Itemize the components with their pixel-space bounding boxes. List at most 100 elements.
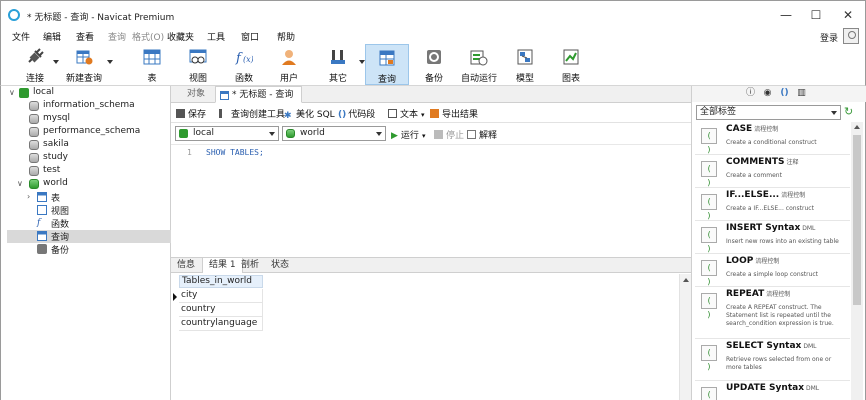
model-button[interactable]: 模型 xyxy=(507,44,543,85)
snippet-scrollbar[interactable] xyxy=(851,122,863,400)
sql-editor[interactable]: 1 SHOW TABLES; xyxy=(171,144,691,256)
beautify-label: 美化 SQL xyxy=(296,110,335,120)
tag-filter-select[interactable]: 全部标签 xyxy=(696,105,841,120)
tab-status[interactable]: 状态 xyxy=(265,258,295,273)
snippet-item[interactable]: ( ) CASE 流程控制 Create a conditional constr… xyxy=(695,122,850,155)
snippet-item[interactable]: ( ) SELECT Syntax DML Retrieve rows selec… xyxy=(695,339,850,381)
tree-db-world[interactable]: ∨ world xyxy=(17,178,167,191)
user-button[interactable]: 用户 xyxy=(271,44,307,85)
menu-favorites[interactable]: 收藏夹 xyxy=(167,30,194,43)
snippet-icon: ( ) xyxy=(701,128,717,154)
table-row[interactable]: country xyxy=(179,303,263,317)
snippet-title-text: REPEAT xyxy=(726,289,765,299)
maximize-button[interactable]: ☐ xyxy=(802,7,830,23)
tree-label: 视图 xyxy=(51,207,70,217)
builder-label: 查询创建工具 xyxy=(231,110,286,120)
menu-help[interactable]: 帮助 xyxy=(277,30,295,43)
tree-connection-local[interactable]: ∨ local xyxy=(9,87,169,100)
expand-icon[interactable]: ∨ xyxy=(17,179,23,188)
close-button[interactable]: ✕ xyxy=(834,7,862,23)
snippet-item[interactable]: ( ) LOOP 流程控制 Create a simple loop constr… xyxy=(695,254,850,287)
snippet-title-text: UPDATE Syntax xyxy=(726,383,804,393)
function-button[interactable]: f (x) 函数 xyxy=(226,44,262,85)
grid-icon[interactable]: ▥ xyxy=(796,88,807,99)
menu-tools[interactable]: 工具 xyxy=(207,30,225,43)
function-label: 函数 xyxy=(234,74,253,84)
snippet-title: CASE 流程控制 xyxy=(726,124,778,134)
beautify-sql-button[interactable]: ✱ 美化 SQL xyxy=(284,107,335,121)
panel-header: ⓘ ◉ () ▥ xyxy=(692,86,866,102)
snippet-icon: ( ) xyxy=(701,227,717,253)
chart-button[interactable]: 图表 xyxy=(553,44,589,85)
tab-query[interactable]: * 无标题 - 查询 xyxy=(215,86,303,103)
scroll-thumb[interactable] xyxy=(853,135,861,305)
connection-select[interactable]: local xyxy=(175,126,279,141)
table-button[interactable]: 表 xyxy=(134,44,170,85)
refresh-icon[interactable]: ↻ xyxy=(844,105,858,119)
tree-world-queries[interactable]: 查询 xyxy=(7,230,171,243)
info-icon[interactable]: ⓘ xyxy=(745,88,756,99)
builder-icon xyxy=(219,109,228,118)
ddl-icon[interactable]: ◉ xyxy=(762,88,773,99)
sql-code[interactable]: SHOW TABLES; xyxy=(206,148,264,157)
result-scrollbar[interactable] xyxy=(679,274,691,400)
menu-format[interactable]: 格式(O) xyxy=(132,30,164,43)
menu-query[interactable]: 查询 xyxy=(108,30,126,43)
login-link[interactable]: 登录 xyxy=(820,31,838,44)
snippet-title-text: LOOP xyxy=(726,256,754,266)
tab-objects[interactable]: 对象 xyxy=(179,86,213,103)
collapse-icon[interactable]: › xyxy=(27,192,30,201)
table-row[interactable]: city xyxy=(179,289,263,303)
explain-button[interactable]: 解释 xyxy=(467,128,497,141)
menu-view[interactable]: 查看 xyxy=(76,30,94,43)
new-query-button[interactable]: 新建查询 xyxy=(63,44,113,85)
autorun-button[interactable]: 自动运行 xyxy=(457,44,501,85)
export-result-button[interactable]: 导出结果 xyxy=(430,107,478,120)
connect-label: 连接 xyxy=(25,74,44,84)
backup-icon xyxy=(427,50,441,64)
menu-file[interactable]: 文件 xyxy=(12,30,30,43)
connect-dropdown-icon[interactable] xyxy=(53,60,59,64)
text-dropdown-icon[interactable]: ▾ xyxy=(421,111,425,119)
run-button[interactable]: ▶ 运行 ▾ xyxy=(391,128,425,141)
column-header[interactable]: Tables_in_world xyxy=(179,275,263,288)
minimize-button[interactable]: — xyxy=(772,7,800,23)
navicat-app-icon xyxy=(8,9,20,21)
expand-icon[interactable]: ∨ xyxy=(9,88,15,97)
snippet-title-text: INSERT Syntax xyxy=(726,223,801,233)
avatar-icon[interactable] xyxy=(843,28,859,44)
scroll-up-icon[interactable] xyxy=(854,125,860,129)
menu-edit[interactable]: 编辑 xyxy=(43,30,61,43)
new-query-dropdown-icon[interactable] xyxy=(107,60,113,64)
run-dropdown-icon[interactable]: ▾ xyxy=(422,132,426,140)
stop-button[interactable]: 停止 xyxy=(434,128,464,141)
backup-button[interactable]: 备份 xyxy=(416,44,452,85)
table-row[interactable]: countrylanguage xyxy=(179,317,263,331)
snippet-tag: DML xyxy=(806,385,820,392)
query-workspace: 对象 * 无标题 - 查询 保存 查询创建工具 ✱ 美化 SQL () 代码段 文本… xyxy=(171,86,691,400)
snippet-title: UPDATE Syntax DML xyxy=(726,383,819,393)
snippet-title: COMMENTS 注释 xyxy=(726,157,799,167)
view-button[interactable]: 视图 xyxy=(180,44,216,85)
save-button[interactable]: 保存 xyxy=(176,107,206,120)
text-button[interactable]: 文本 ▾ xyxy=(388,107,425,120)
scroll-up-icon[interactable] xyxy=(683,278,689,282)
snippet-item[interactable]: ( ) IF...ELSE... 流程控制 Create a IF...ELSE.… xyxy=(695,188,850,221)
snippet-item[interactable]: ( ) REPEAT 流程控制 Create A REPEAT construct… xyxy=(695,287,850,339)
tab-profile[interactable]: 剖析 xyxy=(235,258,265,273)
code-snippet-icon[interactable]: () xyxy=(779,88,790,99)
menu-window[interactable]: 窗口 xyxy=(241,30,259,43)
query-builder-button[interactable]: 查询创建工具 xyxy=(219,107,285,120)
database-select[interactable]: world xyxy=(282,126,386,141)
code-snippet-button[interactable]: () 代码段 xyxy=(338,107,375,120)
query-button[interactable]: 查询 xyxy=(365,44,409,85)
snippet-title-text: COMMENTS xyxy=(726,157,785,167)
connect-button[interactable]: 连接 xyxy=(15,44,59,85)
snippet-item[interactable]: ( ) UPDATE SyntaxDML xyxy=(695,381,850,400)
snippet-item[interactable]: ( ) INSERT Syntax DML Insert new rows int… xyxy=(695,221,850,254)
tab-info[interactable]: 信息 xyxy=(171,258,201,273)
snippet-item[interactable]: ( ) COMMENTS 注释 Create a comment xyxy=(695,155,850,188)
other-button[interactable]: 其它 xyxy=(318,44,365,85)
run-label: 运行 xyxy=(400,131,419,141)
database-icon xyxy=(29,114,39,124)
